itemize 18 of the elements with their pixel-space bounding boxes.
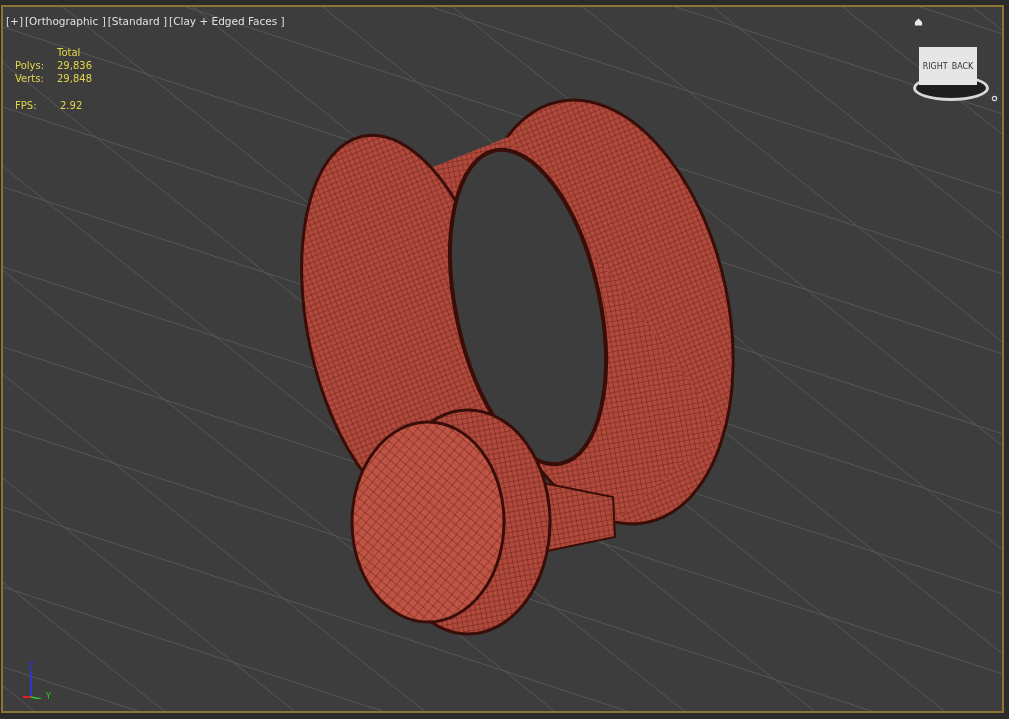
fps-value: 2.92 bbox=[59, 100, 84, 111]
axis-label: Z bbox=[28, 663, 34, 671]
axis-label: Y bbox=[46, 693, 51, 701]
axis-tripod-icon bbox=[23, 671, 41, 699]
viewport-menu-label[interactable]: [Orthographic ] bbox=[25, 15, 106, 27]
stat-label: Verts: bbox=[15, 73, 45, 84]
stat-value: 29,836 bbox=[57, 60, 92, 71]
stat-label: Polys: bbox=[15, 60, 46, 71]
stat-value: 29,848 bbox=[57, 73, 92, 84]
fps-label: FPS: bbox=[15, 100, 38, 111]
home-icon[interactable] bbox=[914, 17, 923, 27]
menu-icon[interactable] bbox=[991, 95, 998, 102]
viewport-menu-label[interactable]: [+] bbox=[6, 15, 23, 27]
viewport-menu-label[interactable]: [Standard ] bbox=[107, 15, 168, 27]
view-cube[interactable]: RIGHT BACK bbox=[919, 47, 977, 85]
viewport-menu-label[interactable]: [Clay + Edged Faces ] bbox=[169, 15, 285, 27]
stats-header: Total bbox=[57, 47, 82, 58]
viewport-panel[interactable]: [+] [Orthographic ] [Standard ] [Clay + Edged Faces ] Total Polys: 29,836 Verts: 29,848 FPS: 2.92 RIGHT BACK Z Y bbox=[1, 5, 1004, 713]
